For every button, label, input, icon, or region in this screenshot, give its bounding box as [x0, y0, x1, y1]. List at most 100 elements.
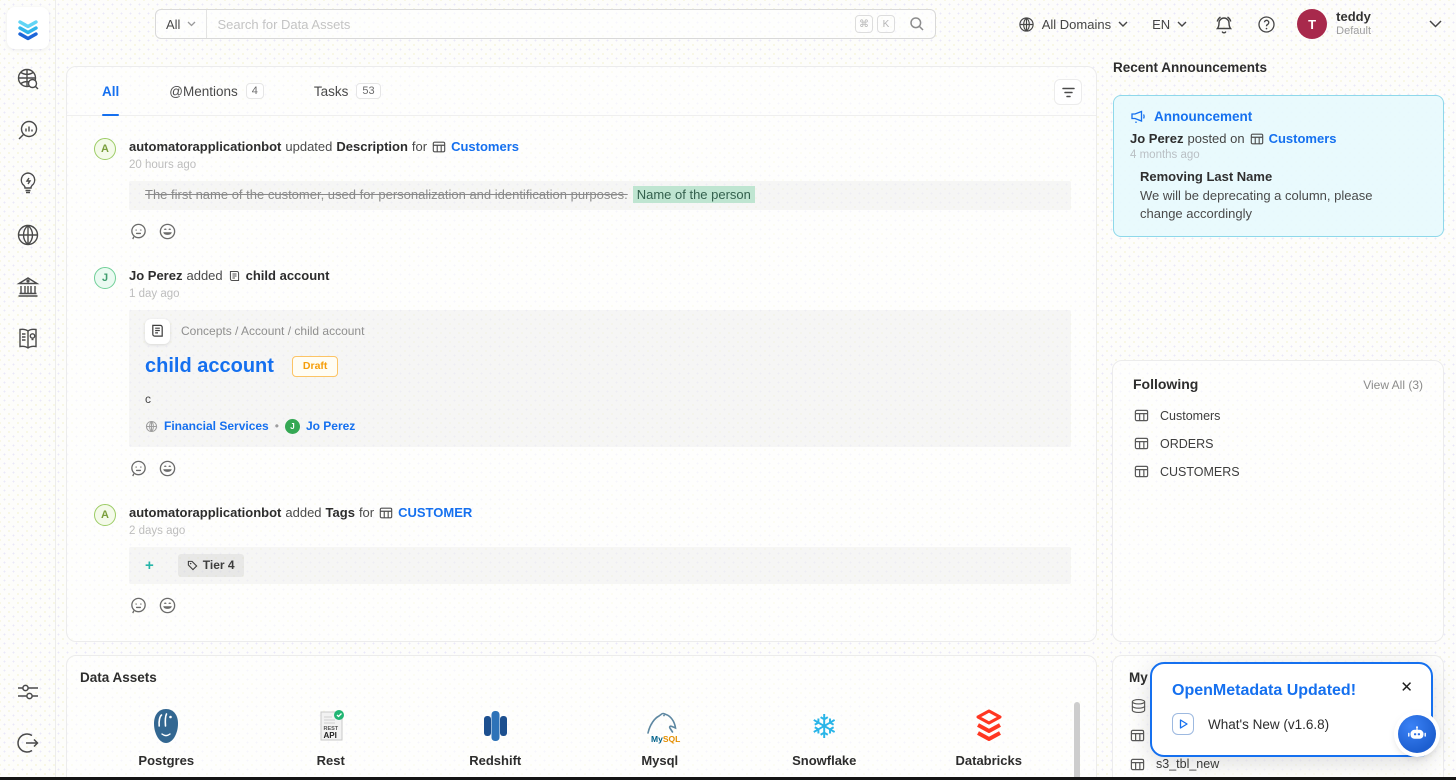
service-mysql[interactable]: MySQL Mysql — [578, 703, 743, 768]
service-snowflake[interactable]: ❄ Snowflake — [742, 703, 907, 768]
chat-bot-button[interactable] — [1398, 715, 1436, 753]
global-search: All ⌘ K — [155, 9, 936, 39]
following-item[interactable]: Customers — [1133, 408, 1423, 423]
timestamp: 20 hours ago — [129, 159, 1071, 171]
chevron-down-icon — [187, 21, 196, 27]
snowflake-icon: ❄ — [810, 703, 838, 749]
following-item[interactable]: CUSTOMERS — [1133, 464, 1423, 479]
owner-link[interactable]: Jo Perez — [306, 418, 355, 435]
table-icon — [1134, 436, 1149, 451]
my-data-item[interactable]: s3_tbl_new — [1129, 755, 1427, 773]
tag-label: Tier 4 — [203, 557, 235, 574]
megaphone-icon — [1130, 110, 1146, 124]
add-reaction-icon[interactable] — [158, 596, 177, 615]
comment-icon[interactable] — [129, 459, 148, 478]
add-reaction-icon[interactable] — [158, 222, 177, 241]
logout-icon[interactable] — [14, 729, 41, 756]
feed-filter-button[interactable] — [1054, 79, 1082, 105]
section-title: Following — [1133, 376, 1198, 392]
sidebar-nav — [14, 65, 41, 352]
notifications-bell-icon[interactable] — [1209, 15, 1239, 34]
openmetadata-logo[interactable] — [7, 7, 49, 49]
tab-tasks[interactable]: Tasks 53 — [314, 67, 381, 116]
announcement-label: Announcement — [1154, 109, 1252, 124]
entity-link[interactable]: CUSTOMER — [398, 504, 472, 522]
table-icon — [379, 506, 393, 520]
reactions-row — [129, 596, 1071, 615]
top-bar: All ⌘ K All Domains EN — [56, 0, 1456, 48]
tag-chip: Tier 4 — [178, 554, 244, 577]
scrollbar-thumb[interactable] — [1074, 702, 1080, 780]
domain-link[interactable]: Financial Services — [164, 418, 269, 435]
search-icon[interactable] — [909, 16, 925, 32]
chevron-down-icon — [1118, 21, 1128, 28]
view-all-link[interactable]: View All (3) — [1363, 378, 1423, 392]
tasks-count-badge: 53 — [356, 83, 380, 99]
domain-icon — [145, 420, 158, 433]
domains-dropdown[interactable]: All Domains — [1018, 16, 1128, 33]
reactions-row — [129, 222, 1071, 241]
entity-link[interactable]: Customers — [451, 138, 519, 156]
table-icon — [1134, 464, 1149, 479]
svg-text:API: API — [323, 731, 336, 740]
user-menu[interactable]: T teddy Default — [1297, 9, 1371, 39]
explore-icon[interactable] — [14, 65, 41, 92]
section-title: Data Assets — [80, 670, 1083, 685]
observability-icon[interactable] — [14, 117, 41, 144]
service-databricks[interactable]: Databricks — [907, 703, 1072, 768]
glossary-term-title[interactable]: child account — [145, 352, 274, 381]
feed-item-tags-customer: A automatorapplicationbot added Tags for… — [94, 504, 1071, 615]
add-reaction-icon[interactable] — [158, 459, 177, 478]
close-icon[interactable]: ✕ — [1400, 680, 1413, 695]
mysql-icon: MySQL — [638, 703, 682, 749]
settings-icon[interactable] — [14, 678, 41, 705]
layers-logo-icon — [14, 14, 42, 42]
svg-text:MySQL: MySQL — [651, 734, 680, 744]
comment-icon[interactable] — [129, 222, 148, 241]
entity-name: child account — [246, 267, 330, 285]
whats-new-popup: OpenMetadata Updated! ✕ What's New (v1.6… — [1150, 662, 1433, 757]
add-tag-button[interactable]: + — [145, 558, 154, 573]
language-label: EN — [1152, 17, 1170, 32]
following-item[interactable]: ORDERS — [1133, 436, 1423, 451]
help-icon[interactable] — [1251, 15, 1281, 34]
database-schema-icon — [1130, 698, 1147, 715]
left-sidebar — [0, 0, 56, 780]
domains-icon[interactable] — [14, 221, 41, 248]
top-bar-right: All Domains EN T teddy Default — [1018, 0, 1442, 48]
table-icon — [1134, 408, 1149, 423]
glossary-icon[interactable] — [14, 325, 41, 352]
user-team: Default — [1336, 25, 1371, 38]
govern-icon[interactable] — [14, 273, 41, 300]
avatar: A — [94, 641, 116, 642]
announcement-card: Announcement Jo Perez posted on Customer… — [1113, 95, 1444, 237]
tab-all[interactable]: All — [102, 67, 119, 116]
service-postgres[interactable]: Postgres — [84, 703, 249, 768]
search-input[interactable] — [207, 10, 855, 38]
activity-feed-card: All @Mentions 4 Tasks 53 A automatorappl… — [66, 66, 1097, 642]
announcement-author: Jo Perez — [1130, 131, 1183, 146]
whats-new-link[interactable]: What's New (v1.6.8) — [1172, 713, 1411, 735]
timestamp: 4 months ago — [1130, 149, 1427, 161]
language-dropdown[interactable]: EN — [1152, 17, 1187, 32]
glossary-term-card: Concepts / Account / child account child… — [129, 310, 1071, 447]
glossary-term-icon — [228, 269, 241, 283]
table-icon — [432, 140, 446, 154]
removed-text: The first name of the customer, used for… — [145, 187, 628, 202]
play-icon — [1172, 713, 1194, 735]
service-redshift[interactable]: Redshift — [413, 703, 578, 768]
announcement-entity-link[interactable]: Customers — [1269, 131, 1337, 146]
sidebar-bottom — [14, 678, 41, 780]
insights-icon[interactable] — [14, 169, 41, 196]
comment-icon[interactable] — [129, 596, 148, 615]
search-scope-dropdown[interactable]: All — [156, 10, 207, 38]
following-card: Following View All (3) Customers ORDERS … — [1112, 360, 1444, 642]
actor-name: Jo Perez — [129, 267, 182, 285]
service-rest[interactable]: REST API Rest — [249, 703, 414, 768]
tab-mentions[interactable]: @Mentions 4 — [169, 67, 264, 116]
sidebar-collapse-chevron-icon[interactable] — [1429, 20, 1442, 28]
announcement-body: We will be deprecating a column, please … — [1140, 187, 1390, 222]
domains-label: All Domains — [1042, 17, 1111, 32]
entity-link[interactable]: CUSTOMER_METRICS_VIEW — [398, 641, 578, 642]
actor-name: automatorapplicationbot — [129, 504, 281, 522]
